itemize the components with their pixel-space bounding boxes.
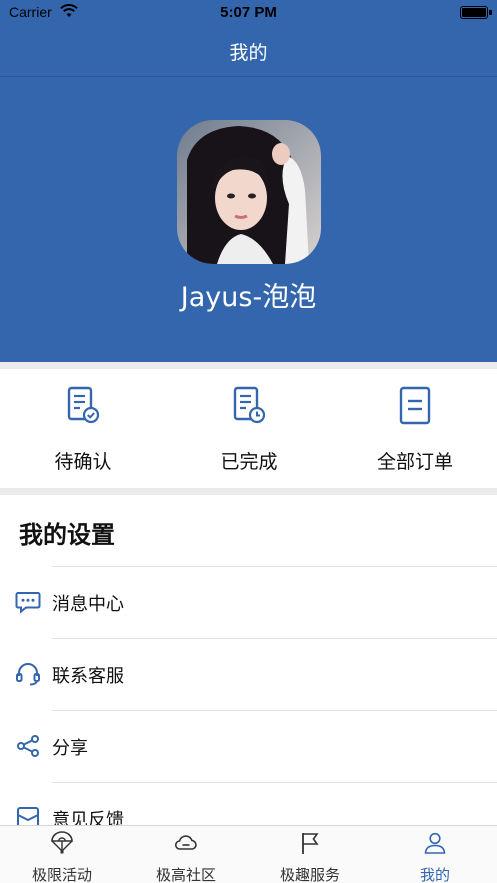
tab-label: 极趣服务	[279, 866, 340, 883]
settings-item-label: 意见反馈	[52, 810, 124, 825]
order-completed-button[interactable]: 已完成	[166, 369, 332, 488]
message-icon	[15, 592, 41, 614]
order-shortcuts: 待确认 已完成 全部订单	[0, 369, 497, 488]
battery-fill	[462, 8, 486, 17]
headset-icon	[16, 663, 40, 686]
profile-header: Carrier 5:07 PM 我的 Jayus-泡泡	[0, 0, 497, 362]
tab-community[interactable]: 极高社区	[124, 826, 248, 883]
flag-icon	[302, 833, 319, 854]
settings-title: 我的设置	[19, 521, 115, 549]
username: Jayus-泡泡	[180, 282, 317, 313]
tab-mine[interactable]: 我的	[373, 826, 497, 883]
settings-item-label: 分享	[52, 738, 88, 759]
document-list-icon	[399, 386, 431, 425]
document-check-icon	[67, 386, 100, 424]
avatar-photo	[177, 120, 321, 264]
settings-item-label: 联系客服	[52, 666, 124, 687]
user-icon	[424, 832, 446, 854]
row-divider	[52, 566, 497, 567]
cloud-icon	[174, 835, 197, 850]
share-icon	[17, 735, 39, 757]
tab-label: 极高社区	[155, 866, 216, 883]
battery-icon	[460, 6, 488, 19]
clock: 5:07 PM	[220, 4, 277, 21]
settings-item-share[interactable]: 分享	[0, 710, 497, 782]
row-divider	[52, 638, 497, 639]
tab-services[interactable]: 极趣服务	[248, 826, 372, 883]
nav-divider	[0, 76, 497, 77]
settings-item-feedback[interactable]: 意见反馈	[0, 782, 497, 825]
parachute-icon	[51, 831, 73, 854]
order-all-button[interactable]: 全部订单	[332, 369, 497, 488]
order-completed-label: 已完成	[220, 451, 278, 473]
order-all-label: 全部订单	[376, 451, 453, 473]
order-pending-label: 待确认	[54, 451, 112, 473]
document-clock-icon	[233, 386, 266, 424]
settings-item-customer-service[interactable]: 联系客服	[0, 638, 497, 710]
status-bar: Carrier 5:07 PM	[0, 0, 497, 26]
settings-section: 我的设置 消息中心 联系客服 分享 意见反馈	[0, 495, 497, 825]
tab-label: 我的	[419, 866, 450, 883]
row-divider	[52, 710, 497, 711]
settings-item-message-center[interactable]: 消息中心	[0, 566, 497, 638]
avatar[interactable]	[177, 120, 321, 264]
battery-tip	[489, 10, 492, 15]
tab-bar: 极限活动 极高社区 极趣服务 我的	[0, 825, 497, 883]
settings-item-label: 消息中心	[52, 594, 124, 615]
page-title: 我的	[229, 42, 268, 64]
row-divider	[52, 782, 497, 783]
feedback-icon	[17, 807, 39, 825]
tab-label: 极限活动	[31, 866, 92, 883]
tab-extreme-activities[interactable]: 极限活动	[0, 826, 124, 883]
order-pending-button[interactable]: 待确认	[0, 369, 166, 488]
